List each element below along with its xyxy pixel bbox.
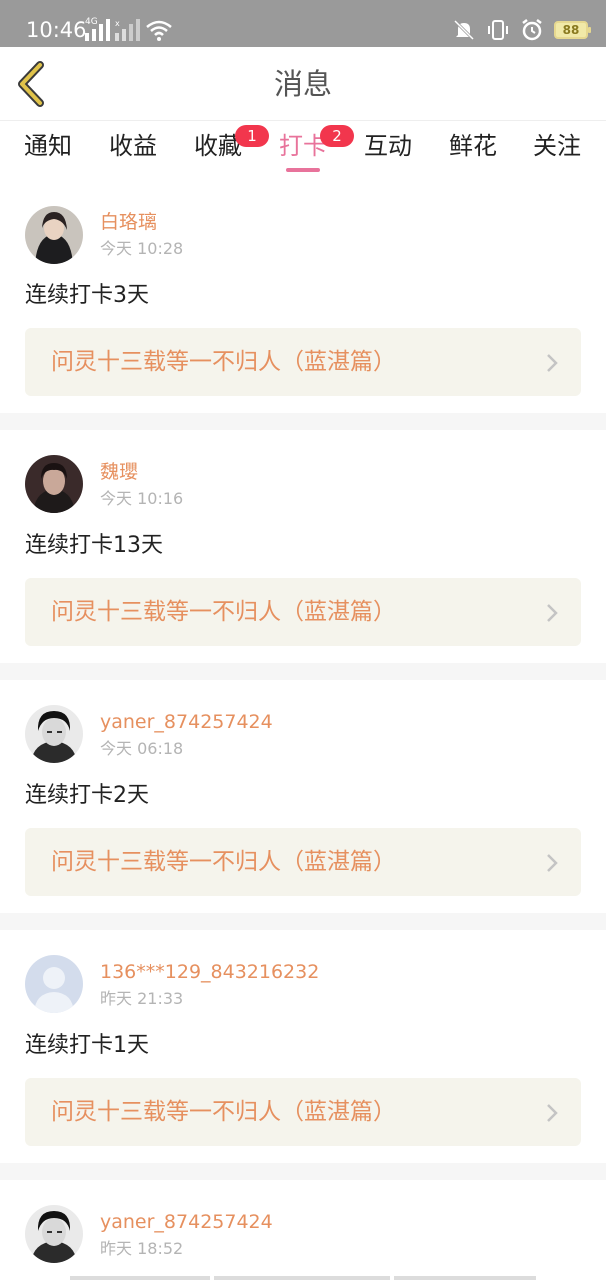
tab-label: 互动	[364, 132, 412, 160]
tab-flowers[interactable]: 鲜花	[449, 131, 497, 161]
message-time: 昨天 21:33	[100, 989, 184, 1008]
avatar[interactable]	[25, 1205, 83, 1263]
avatar[interactable]	[25, 705, 83, 763]
svg-text:x: x	[115, 19, 120, 28]
chevron-right-icon	[547, 1104, 558, 1122]
tab-favorites[interactable]: 收藏 1	[194, 125, 269, 161]
chevron-right-icon	[547, 604, 558, 622]
message-time: 今天 10:16	[100, 489, 184, 508]
username[interactable]: 白珞璃	[100, 210, 157, 234]
alarm-icon	[522, 19, 542, 41]
username[interactable]: 136***129_843216232	[100, 960, 319, 984]
message-time: 今天 10:28	[100, 239, 184, 258]
signal-2-icon: x	[115, 19, 140, 41]
username[interactable]: 魏瓔	[100, 460, 138, 484]
active-tab-indicator	[286, 168, 320, 172]
book-title: 问灵十三载等一不归人（蓝湛篇）	[51, 349, 396, 375]
avatar[interactable]	[25, 206, 83, 264]
status-bar: 10:46 4G x 88	[0, 0, 606, 47]
tab-earnings[interactable]: 收益	[109, 131, 157, 161]
message-text: 连续打卡13天	[25, 533, 163, 558]
tab-label: 收益	[109, 132, 157, 160]
mute-icon	[453, 19, 475, 41]
status-time: 10:46	[26, 18, 87, 42]
divider	[0, 913, 606, 930]
book-title: 问灵十三载等一不归人（蓝湛篇）	[51, 849, 396, 875]
tab-badge: 1	[235, 125, 269, 147]
tab-follow[interactable]: 关注	[533, 131, 581, 161]
list-item: yaner_874257424 昨天 18:52	[0, 1180, 606, 1280]
chevron-right-icon	[547, 354, 558, 372]
book-link[interactable]: 问灵十三载等一不归人（蓝湛篇）	[25, 328, 581, 396]
list-item: 136***129_843216232 昨天 21:33 连续打卡1天 问灵十三…	[0, 930, 606, 1163]
nav-handle	[214, 1276, 390, 1280]
tab-interaction[interactable]: 互动	[364, 131, 412, 161]
signal-icon	[85, 19, 110, 41]
tab-notify[interactable]: 通知	[24, 131, 72, 161]
tab-label: 鲜花	[449, 132, 497, 160]
chevron-right-icon	[547, 854, 558, 872]
message-time: 今天 06:18	[100, 739, 184, 758]
book-link[interactable]: 问灵十三载等一不归人（蓝湛篇）	[25, 1078, 581, 1146]
message-text: 连续打卡2天	[25, 783, 149, 808]
status-right: 88	[452, 15, 591, 45]
avatar[interactable]	[25, 455, 83, 513]
username[interactable]: yaner_874257424	[100, 1210, 273, 1234]
list-item: 白珞璃 今天 10:28 连续打卡3天 问灵十三载等一不归人（蓝湛篇）	[0, 179, 606, 413]
book-title: 问灵十三载等一不归人（蓝湛篇）	[51, 599, 396, 625]
book-link[interactable]: 问灵十三载等一不归人（蓝湛篇）	[25, 828, 581, 896]
username[interactable]: yaner_874257424	[100, 710, 273, 734]
message-text: 连续打卡1天	[25, 1033, 149, 1058]
book-title: 问灵十三载等一不归人（蓝湛篇）	[51, 1099, 396, 1125]
tab-badge: 2	[320, 125, 354, 147]
avatar[interactable]	[25, 955, 83, 1013]
list-item: yaner_874257424 今天 06:18 连续打卡2天 问灵十三载等一不…	[0, 680, 606, 913]
tab-label: 通知	[24, 132, 72, 160]
message-time: 昨天 18:52	[100, 1239, 184, 1258]
divider	[0, 413, 606, 430]
battery-icon: 88	[554, 21, 591, 39]
wifi-icon	[146, 20, 172, 41]
tab-checkin[interactable]: 打卡 2	[279, 125, 354, 161]
header: 消息	[0, 47, 606, 121]
list-item: 魏瓔 今天 10:16 连续打卡13天 问灵十三载等一不归人（蓝湛篇）	[0, 430, 606, 663]
book-link[interactable]: 问灵十三载等一不归人（蓝湛篇）	[25, 578, 581, 646]
page-title: 消息	[273, 67, 332, 101]
nav-handle	[394, 1276, 536, 1280]
message-text: 连续打卡3天	[25, 283, 149, 308]
tab-label: 关注	[533, 132, 581, 160]
nav-handle	[70, 1276, 210, 1280]
tab-bar: 通知 收益 收藏 1 打卡 2 互动 鲜花 关注	[0, 121, 606, 179]
divider	[0, 1163, 606, 1180]
divider	[0, 663, 606, 680]
vibrate-icon	[488, 20, 508, 40]
